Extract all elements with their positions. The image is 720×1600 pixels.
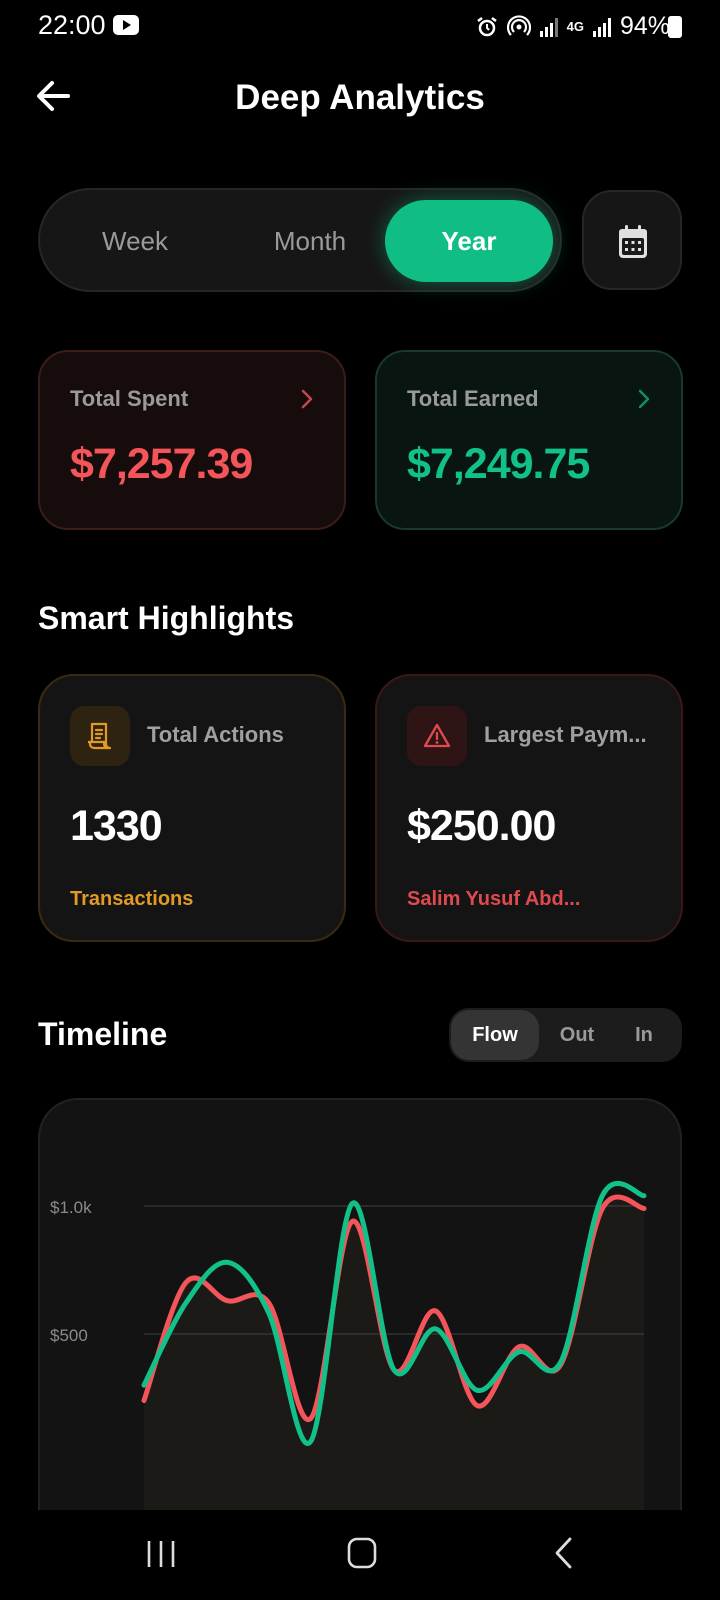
system-nav-bar <box>0 1510 720 1600</box>
total-spent-card[interactable]: Total Spent $7,257.39 <box>38 350 346 530</box>
home-icon[interactable] <box>346 1536 378 1570</box>
calendar-button[interactable] <box>582 190 682 290</box>
back-nav-icon[interactable] <box>552 1536 576 1570</box>
network-type: 4G <box>566 19 584 34</box>
largest-payment-label: Largest Paym... <box>484 722 647 747</box>
total-actions-value: 1330 <box>70 802 163 850</box>
hotspot-icon <box>506 14 531 36</box>
status-icons: 4G 94% <box>475 12 670 41</box>
filter-in[interactable]: In <box>609 1010 679 1060</box>
tab-week[interactable]: Week <box>70 200 200 282</box>
chevron-right-icon <box>301 389 313 409</box>
largest-payment-card[interactable]: Largest Paym... $250.00 Salim Yusuf Abd.… <box>375 674 683 942</box>
timeline-title: Timeline <box>38 1016 168 1052</box>
y-tick-label: $500 <box>50 1326 88 1345</box>
timeline-chart-svg: $1.0k $500 <box>50 1180 647 1518</box>
timeline-filter: Flow Out In <box>449 1008 682 1062</box>
calendar-icon <box>619 225 647 258</box>
signal-icon <box>539 17 558 37</box>
total-earned-label: Total Earned <box>407 386 539 411</box>
recent-apps-icon[interactable] <box>146 1538 176 1570</box>
series-area <box>144 1196 644 1518</box>
status-bar: 22:00 4G 94% <box>0 0 720 52</box>
tab-year[interactable]: Year <box>385 200 553 282</box>
period-selector: Week Month Year <box>38 188 562 292</box>
y-tick-label: $1.0k <box>50 1198 92 1217</box>
filter-out[interactable]: Out <box>545 1010 609 1060</box>
signal-icon-2 <box>592 17 611 37</box>
alarm-icon <box>476 16 497 36</box>
warning-icon <box>407 706 467 766</box>
tab-month[interactable]: Month <box>235 200 385 282</box>
battery-percent: 94% <box>619 12 670 40</box>
smart-highlights-title: Smart Highlights <box>38 600 295 636</box>
largest-payment-value: $250.00 <box>407 802 556 850</box>
page-title: Deep Analytics <box>235 78 485 117</box>
total-actions-card[interactable]: Total Actions 1330 Transactions <box>38 674 346 942</box>
chevron-right-icon <box>638 389 650 409</box>
status-time: 22:00 <box>38 10 106 40</box>
battery-icon <box>668 16 682 38</box>
total-actions-sub: Transactions <box>70 888 194 910</box>
total-spent-value: $7,257.39 <box>70 440 253 488</box>
app-header: Deep Analytics <box>0 60 720 140</box>
total-spent-label: Total Spent <box>70 386 189 411</box>
total-actions-label: Total Actions <box>147 722 284 747</box>
filter-flow[interactable]: Flow <box>451 1010 539 1060</box>
total-earned-card[interactable]: Total Earned $7,249.75 <box>375 350 683 530</box>
total-earned-value: $7,249.75 <box>407 440 590 488</box>
timeline-chart: $1.0k $500 <box>38 1098 682 1518</box>
youtube-icon <box>113 15 139 35</box>
largest-payment-sub: Salim Yusuf Abd... <box>407 888 581 910</box>
receipt-icon <box>70 706 130 766</box>
